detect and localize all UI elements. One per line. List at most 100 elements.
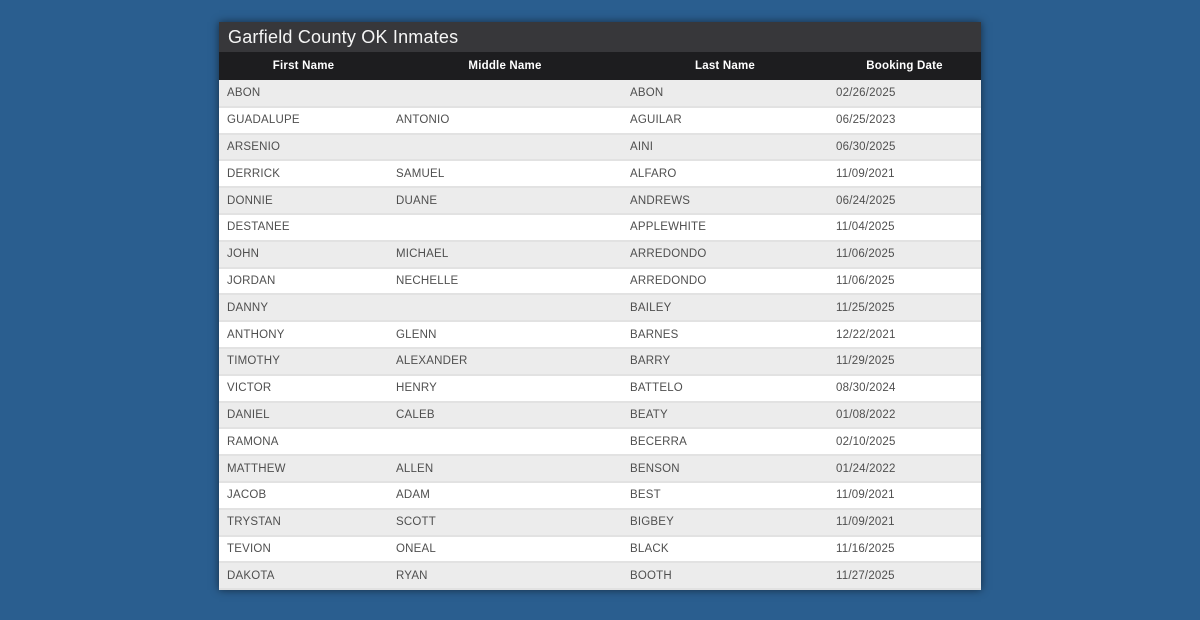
table-cell: 02/10/2025	[828, 428, 981, 457]
table-cell: 01/24/2022	[828, 455, 981, 483]
table-row: TRYSTAN SCOTT BIGBEY 11/09/2021	[219, 508, 981, 537]
table-row: DESTANEE APPLEWHITE 11/04/2025	[219, 213, 981, 242]
table-row: RAMONA BECERRA 02/10/2025	[219, 428, 981, 457]
table-cell: BOOTH	[622, 562, 828, 591]
table-cell: 12/22/2021	[828, 321, 981, 349]
table-cell: 11/06/2025	[828, 240, 981, 269]
table-cell	[388, 80, 622, 108]
table-header: First Name Middle Name Last Name Booking…	[219, 52, 981, 80]
table-cell: 11/27/2025	[828, 562, 981, 591]
table-cell: BAILEY	[622, 294, 828, 323]
table-cell: ANDREWS	[622, 187, 828, 215]
table-cell: BARNES	[622, 321, 828, 349]
table-cell: BIGBEY	[622, 508, 828, 537]
table-title-bar: Garfield County OK Inmates	[219, 22, 981, 52]
table-cell: ARREDONDO	[622, 240, 828, 269]
table-row: DANIEL CALEB BEATY 01/08/2022	[219, 401, 981, 430]
table-cell: MATTHEW	[219, 455, 388, 483]
table-cell: VICTOR	[219, 374, 388, 403]
table-row: ARSENIO AINI 06/30/2025	[219, 133, 981, 162]
table-cell	[388, 133, 622, 162]
table-cell: 06/25/2023	[828, 106, 981, 135]
column-header-last-name: Last Name	[695, 60, 755, 72]
table-cell: ABON	[622, 80, 828, 108]
table-cell: SCOTT	[388, 508, 622, 537]
table-cell: GLENN	[388, 321, 622, 349]
table-cell: RAMONA	[219, 428, 388, 457]
table-cell: BECERRA	[622, 428, 828, 457]
table-cell: TEVION	[219, 535, 388, 564]
table-cell: DUANE	[388, 187, 622, 215]
table-cell: JOHN	[219, 240, 388, 269]
table-cell: ABON	[219, 80, 388, 108]
table-cell: ONEAL	[388, 535, 622, 564]
table-cell: 11/16/2025	[828, 535, 981, 564]
table-cell: NECHELLE	[388, 267, 622, 296]
table-cell: CALEB	[388, 401, 622, 430]
table-cell: DESTANEE	[219, 213, 388, 242]
table-row: ANTHONY GLENN BARNES 12/22/2021	[219, 321, 981, 349]
table-cell: JACOB	[219, 481, 388, 510]
table-row: JOHN MICHAEL ARREDONDO 11/06/2025	[219, 240, 981, 269]
table-cell: DERRICK	[219, 160, 388, 189]
table-row: TEVION ONEAL BLACK 11/16/2025	[219, 535, 981, 564]
table-cell: 08/30/2024	[828, 374, 981, 403]
table-header-row: First Name Middle Name Last Name Booking…	[219, 52, 981, 80]
table-cell	[388, 213, 622, 242]
table-cell: APPLEWHITE	[622, 213, 828, 242]
table-row: DANNY BAILEY 11/25/2025	[219, 294, 981, 323]
table-cell: BENSON	[622, 455, 828, 483]
table-cell: ALEXANDER	[388, 347, 622, 376]
table-cell: AGUILAR	[622, 106, 828, 135]
table-cell: 11/09/2021	[828, 508, 981, 537]
table-cell: DANNY	[219, 294, 388, 323]
table-cell: JORDAN	[219, 267, 388, 296]
table-cell: 11/09/2021	[828, 481, 981, 510]
table-cell: GUADALUPE	[219, 106, 388, 135]
table-cell: 11/25/2025	[828, 294, 981, 323]
table-cell: 02/26/2025	[828, 80, 981, 108]
table-cell: ALLEN	[388, 455, 622, 483]
table-cell: ANTHONY	[219, 321, 388, 349]
table-cell: MICHAEL	[388, 240, 622, 269]
table-cell: TIMOTHY	[219, 347, 388, 376]
table-cell: TRYSTAN	[219, 508, 388, 537]
table-cell: SAMUEL	[388, 160, 622, 189]
table-row: DAKOTA RYAN BOOTH 11/27/2025	[219, 562, 981, 591]
table-cell: 11/09/2021	[828, 160, 981, 189]
inmates-table: First Name Middle Name Last Name Booking…	[219, 52, 981, 591]
column-header-middle-name: Middle Name	[468, 60, 542, 72]
table-cell: AINI	[622, 133, 828, 162]
table-row: GUADALUPE ANTONIO AGUILAR 06/25/2023	[219, 106, 981, 135]
table-row: DONNIE DUANE ANDREWS 06/24/2025	[219, 187, 981, 215]
table-cell: 11/04/2025	[828, 213, 981, 242]
table-cell: 06/24/2025	[828, 187, 981, 215]
table-cell: DAKOTA	[219, 562, 388, 591]
table-row: JACOB ADAM BEST 11/09/2021	[219, 481, 981, 510]
table-cell: BATTELO	[622, 374, 828, 403]
table-cell: BARRY	[622, 347, 828, 376]
table-row: TIMOTHY ALEXANDER BARRY 11/29/2025	[219, 347, 981, 376]
table-row: DERRICK SAMUEL ALFARO 11/09/2021	[219, 160, 981, 189]
table-row: MATTHEW ALLEN BENSON 01/24/2022	[219, 455, 981, 483]
table-cell: ANTONIO	[388, 106, 622, 135]
table-row: ABON ABON 02/26/2025	[219, 80, 981, 108]
table-cell: BEST	[622, 481, 828, 510]
page-background: { "page": { "background_color": "#2a5e8f…	[0, 0, 1200, 620]
table-cell	[388, 294, 622, 323]
table-body: ABON ABON 02/26/2025 GUADALUPE ANTONIO AGUILA…	[219, 80, 981, 591]
column-header-booking-date: Booking Date	[866, 60, 943, 72]
table-cell: ARREDONDO	[622, 267, 828, 296]
table-cell: 06/30/2025	[828, 133, 981, 162]
table-cell: ADAM	[388, 481, 622, 510]
table-cell: 01/08/2022	[828, 401, 981, 430]
table-row: JORDAN NECHELLE ARREDONDO 11/06/2025	[219, 267, 981, 296]
table-cell: ARSENIO	[219, 133, 388, 162]
table-cell: BEATY	[622, 401, 828, 430]
table-cell: 11/29/2025	[828, 347, 981, 376]
table-cell: RYAN	[388, 562, 622, 591]
table-cell: BLACK	[622, 535, 828, 564]
table-cell: HENRY	[388, 374, 622, 403]
inmates-table-card: Garfield County OK Inmates First Name Mi…	[219, 22, 981, 591]
table-cell: ALFARO	[622, 160, 828, 189]
